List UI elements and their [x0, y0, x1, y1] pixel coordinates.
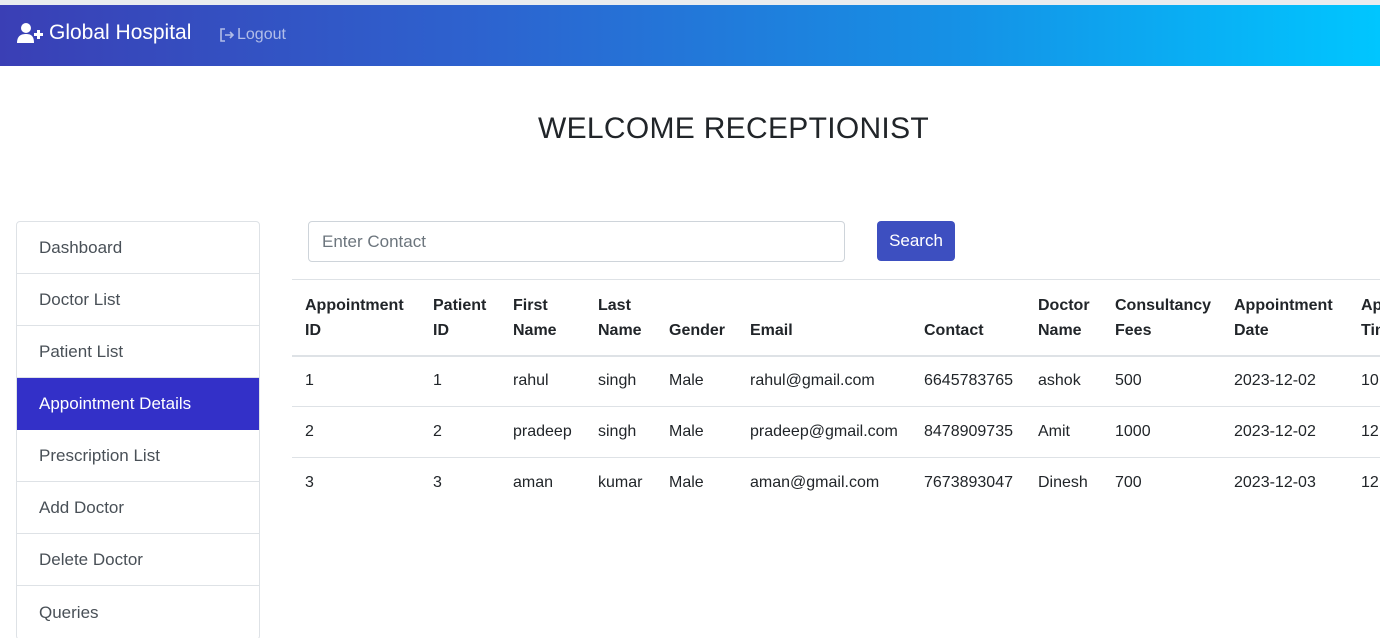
column-header: Appointment Time: [1361, 296, 1380, 339]
sidebar-item-doctor-list[interactable]: Doctor List: [17, 274, 259, 326]
column-header: Contact: [924, 321, 984, 339]
column-header: Gender: [669, 321, 726, 339]
table-cell: singh: [598, 423, 637, 440]
table-cell: 2023-12-02: [1234, 423, 1316, 440]
table-cell: Male: [669, 474, 704, 492]
sign-out-icon: [219, 28, 235, 42]
table-cell: 3: [433, 474, 442, 492]
appointments-table: Appointment ID Patient ID First Name Last N…: [292, 279, 1380, 509]
table-cell: 7673893047: [924, 474, 1013, 492]
column-header: Last Name: [598, 296, 642, 339]
table-row: 3 3 aman kumar Male aman@gmail.com 7673893047 D…: [292, 458, 1380, 509]
table-cell: 2: [433, 423, 442, 440]
table-header-row: Appointment ID Patient ID First Name Last N…: [292, 279, 1380, 356]
column-header: Consultancy Fees: [1115, 296, 1212, 339]
search-button[interactable]: Search: [877, 221, 955, 261]
sidebar-item-patient-list[interactable]: Patient List: [17, 326, 259, 378]
column-header: Appointment ID: [305, 296, 404, 339]
table-cell: pradeep@gmail.com: [750, 423, 898, 440]
sidebar-item-appointment-details[interactable]: Appointment Details: [17, 378, 259, 430]
contact-search-input[interactable]: [308, 221, 845, 262]
sidebar-menu: Dashboard Doctor List Patient List Appointm…: [16, 221, 260, 638]
table-cell: 2023-12-03: [1234, 474, 1316, 492]
table-cell: 1: [433, 372, 442, 390]
table-cell: 6645783765: [924, 372, 1013, 390]
table-cell: Amit: [1038, 423, 1070, 440]
table-cell: Male: [669, 372, 704, 390]
navbar: Global Hospital Logout: [0, 5, 1380, 66]
brand-name: Global Hospital: [49, 21, 192, 44]
table-cell: 700: [1115, 474, 1142, 492]
table-cell: 2023-12-02: [1234, 372, 1316, 390]
sidebar-item-delete-doctor[interactable]: Delete Doctor: [17, 534, 259, 586]
column-header: First Name: [513, 296, 557, 339]
table-cell: 1: [305, 372, 314, 390]
table-cell: pradeep: [513, 423, 572, 440]
sidebar-item-queries[interactable]: Queries: [17, 586, 259, 638]
table-cell: aman: [513, 474, 554, 492]
table-cell: 12:: [1361, 423, 1380, 440]
table-cell: aman@gmail.com: [750, 474, 880, 492]
table-row: 1 1 rahul singh Male rahul@gmail.com 664578376…: [292, 356, 1380, 407]
table-cell: 500: [1115, 372, 1142, 390]
table-cell: 10:: [1361, 372, 1380, 390]
table-cell: Dinesh: [1038, 474, 1088, 492]
page-title: WELCOME RECEPTIONIST: [537, 112, 930, 145]
column-header: Patient ID: [433, 296, 487, 339]
table-cell: rahul: [513, 372, 549, 390]
table-cell: 12:: [1361, 474, 1380, 492]
logout-label: Logout: [237, 26, 286, 43]
table-cell: rahul@gmail.com: [750, 372, 875, 390]
table-row: 2 2 pradeep singh Male pradeep@gmail.com 84789…: [292, 407, 1380, 458]
table-cell: Male: [669, 423, 704, 440]
table-cell: singh: [598, 372, 637, 390]
column-header: Doctor Name: [1038, 296, 1090, 339]
table-cell: kumar: [598, 474, 643, 492]
table-cell: ashok: [1038, 372, 1081, 390]
column-header: Email: [750, 321, 793, 339]
sidebar-item-add-doctor[interactable]: Add Doctor: [17, 482, 259, 534]
brand-link[interactable]: Global Hospital: [17, 21, 191, 45]
sidebar-item-dashboard[interactable]: Dashboard: [17, 222, 259, 274]
table-cell: 1000: [1115, 423, 1151, 440]
table-body: 1 1 rahul singh Male rahul@gmail.com 664578376…: [292, 356, 1380, 509]
sidebar-item-prescription-list[interactable]: Prescription List: [17, 430, 259, 482]
user-plus-icon: [17, 22, 43, 44]
table-cell: 3: [305, 474, 314, 492]
appointments-table-container: Appointment ID Patient ID First Name Last N…: [292, 279, 1380, 519]
column-header: Appointment Date: [1234, 296, 1333, 339]
table-cell: 2: [305, 423, 314, 440]
logout-link[interactable]: Logout: [219, 26, 286, 44]
table-cell: 8478909735: [924, 423, 1013, 440]
